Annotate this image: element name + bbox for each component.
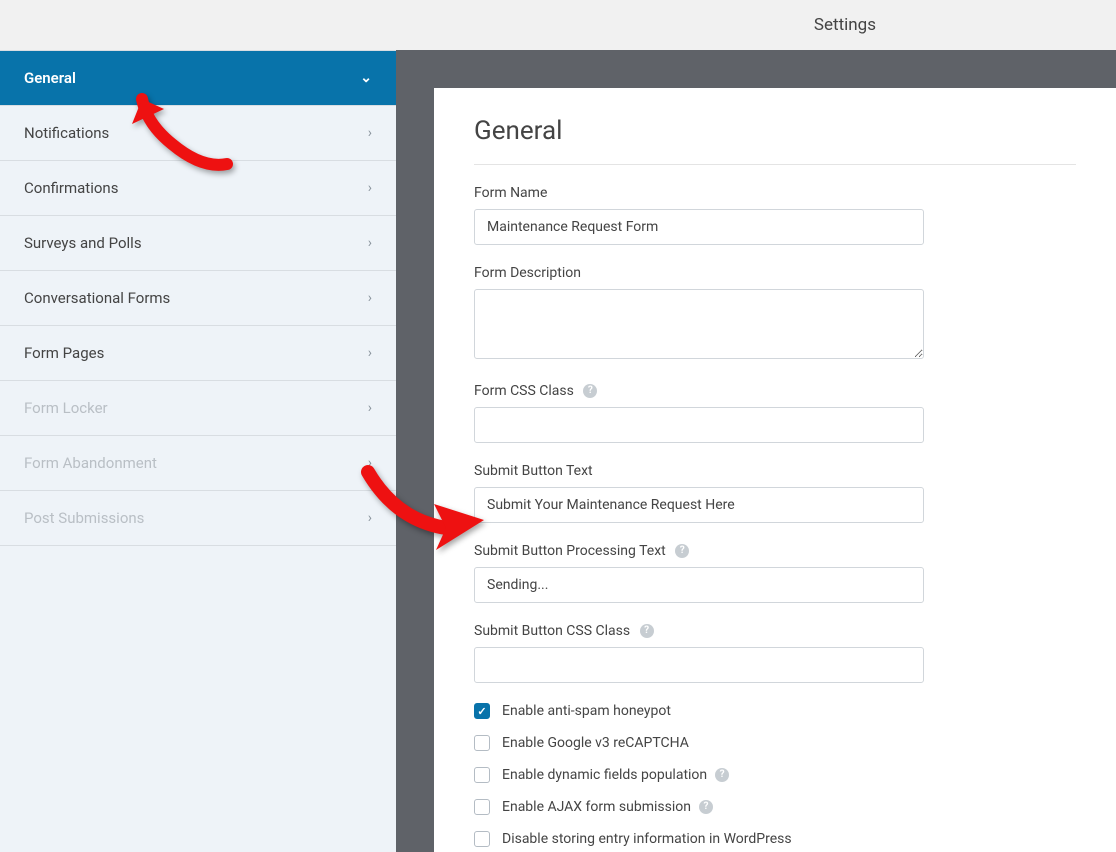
checkbox[interactable]: [474, 799, 490, 815]
field-submit-button-text: Submit Button Text: [474, 463, 1076, 523]
sidebar-item-label: Form Pages: [24, 344, 104, 362]
checkbox-label: Enable dynamic fields population: [502, 767, 707, 783]
sidebar-item-general[interactable]: General ⌄: [0, 51, 396, 106]
main-area: General Form Name Form Description Form …: [396, 50, 1116, 852]
sidebar-item-conversational-forms[interactable]: Conversational Forms ›: [0, 271, 396, 326]
sidebar-item-form-pages[interactable]: Form Pages ›: [0, 326, 396, 381]
submit-button-processing-label-text: Submit Button Processing Text: [474, 543, 666, 559]
help-icon[interactable]: ?: [583, 384, 597, 398]
submit-button-processing-input[interactable]: [474, 567, 924, 603]
panel-heading: General: [474, 116, 1076, 165]
sidebar-item-surveys-and-polls[interactable]: Surveys and Polls ›: [0, 216, 396, 271]
chevron-right-icon: ›: [368, 510, 372, 526]
checkbox-group: Enable anti-spam honeypot Enable Google v…: [474, 703, 1076, 847]
field-form-description: Form Description: [474, 265, 1076, 363]
chevron-right-icon: ›: [368, 290, 372, 306]
chevron-right-icon: ›: [368, 180, 372, 196]
sidebar-item-label: General: [24, 69, 76, 87]
help-icon[interactable]: ?: [715, 768, 729, 782]
sidebar-item-post-submissions[interactable]: Post Submissions ›: [0, 491, 396, 546]
settings-panel: General Form Name Form Description Form …: [434, 88, 1116, 852]
sidebar-item-label: Form Abandonment: [24, 454, 157, 472]
field-submit-button-css-class: Submit Button CSS Class ?: [474, 623, 1076, 683]
form-css-class-label-text: Form CSS Class: [474, 383, 574, 399]
form-description-label: Form Description: [474, 265, 1076, 281]
checkbox-row: Disable storing entry information in Wor…: [474, 831, 1076, 847]
checkbox-row: Enable AJAX form submission?: [474, 799, 1076, 815]
form-description-input[interactable]: [474, 289, 924, 359]
form-css-class-label: Form CSS Class ?: [474, 383, 1076, 399]
sidebar-item-label: Confirmations: [24, 179, 118, 197]
submit-button-css-class-label-text: Submit Button CSS Class: [474, 623, 630, 639]
checkbox-label: Enable Google v3 reCAPTCHA: [502, 735, 689, 751]
field-form-name: Form Name: [474, 185, 1076, 245]
submit-button-text-input[interactable]: [474, 487, 924, 523]
submit-button-css-class-label: Submit Button CSS Class ?: [474, 623, 1076, 639]
sidebar-item-confirmations[interactable]: Confirmations ›: [0, 161, 396, 216]
form-name-input[interactable]: [474, 209, 924, 245]
help-icon[interactable]: ?: [640, 624, 654, 638]
topbar: Settings: [0, 0, 1116, 50]
checkbox-row: Enable anti-spam honeypot: [474, 703, 1076, 719]
submit-button-text-label: Submit Button Text: [474, 463, 1076, 479]
help-icon[interactable]: ?: [675, 544, 689, 558]
sidebar-item-label: Notifications: [24, 124, 109, 142]
chevron-right-icon: ›: [368, 400, 372, 416]
checkbox[interactable]: [474, 831, 490, 847]
checkbox[interactable]: [474, 735, 490, 751]
sidebar-item-label: Surveys and Polls: [24, 234, 142, 252]
help-icon[interactable]: ?: [699, 800, 713, 814]
sidebar: General⌄Notifications›Confirmations›Surv…: [0, 50, 396, 852]
layout: General⌄Notifications›Confirmations›Surv…: [0, 50, 1116, 852]
form-css-class-input[interactable]: [474, 407, 924, 443]
sidebar-item-label: Form Locker: [24, 399, 108, 417]
checkbox-label: Enable AJAX form submission: [502, 799, 691, 815]
checkbox-label: Enable anti-spam honeypot: [502, 703, 671, 719]
sidebar-item-form-abandonment[interactable]: Form Abandonment ›: [0, 436, 396, 491]
sidebar-item-label: Conversational Forms: [24, 289, 170, 307]
sidebar-item-form-locker[interactable]: Form Locker ›: [0, 381, 396, 436]
chevron-right-icon: ›: [368, 235, 372, 251]
checkbox-row: Enable Google v3 reCAPTCHA: [474, 735, 1076, 751]
checkbox[interactable]: [474, 767, 490, 783]
sidebar-item-label: Post Submissions: [24, 509, 144, 527]
form-name-label: Form Name: [474, 185, 1076, 201]
topbar-title: Settings: [814, 15, 876, 35]
chevron-down-icon: ⌄: [360, 70, 372, 86]
submit-button-css-class-input[interactable]: [474, 647, 924, 683]
checkbox-row: Enable dynamic fields population?: [474, 767, 1076, 783]
checkbox-label: Disable storing entry information in Wor…: [502, 831, 792, 847]
field-form-css-class: Form CSS Class ?: [474, 383, 1076, 443]
sidebar-item-notifications[interactable]: Notifications ›: [0, 106, 396, 161]
chevron-right-icon: ›: [368, 125, 372, 141]
chevron-right-icon: ›: [368, 345, 372, 361]
chevron-right-icon: ›: [368, 455, 372, 471]
submit-button-processing-label: Submit Button Processing Text ?: [474, 543, 1076, 559]
field-submit-button-processing-text: Submit Button Processing Text ?: [474, 543, 1076, 603]
checkbox[interactable]: [474, 703, 490, 719]
